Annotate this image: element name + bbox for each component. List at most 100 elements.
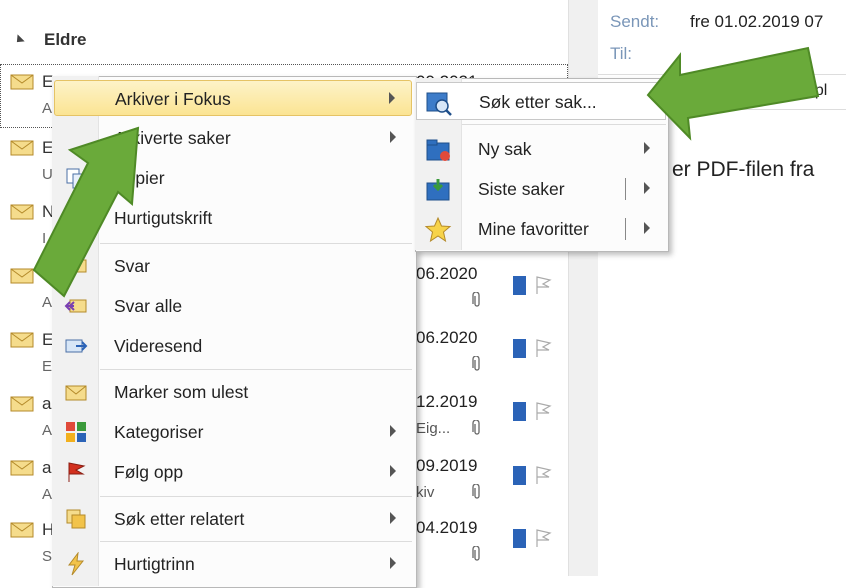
submenu-item-sok-etter-sak[interactable]: Søk etter sak... (416, 82, 666, 120)
message-date: 06.2020 (416, 328, 478, 347)
menu-separator (462, 124, 666, 125)
menu-item-kategoriser[interactable]: Kategoriser (54, 414, 412, 450)
menu-item-svar[interactable]: Svar (54, 248, 412, 284)
menu-item-label: Følg opp (114, 462, 184, 482)
category-color-box[interactable] (513, 402, 526, 421)
menu-item-label: Kopier (114, 168, 165, 188)
message-subject: I (42, 230, 47, 247)
submenu-item-siste-saker[interactable]: Siste saker (416, 170, 666, 208)
submenu-arrow-icon (644, 222, 650, 234)
envelope-icon (10, 140, 34, 156)
menu-item-label: Svar (114, 256, 150, 276)
message-date: 06.2020 (416, 264, 478, 283)
split-divider (625, 218, 626, 240)
submenu-arrow-icon (390, 465, 396, 477)
favorites-star-icon (424, 216, 452, 243)
submenu-item-label: Ny sak (478, 139, 532, 159)
menu-item-folg-opp[interactable]: Følg opp (54, 454, 412, 490)
message-extra: Eig... (416, 420, 451, 437)
reply-all-icon (64, 299, 87, 313)
menu-item-label: Kategoriser (114, 422, 204, 442)
submenu-arrow-icon (390, 512, 396, 524)
category-color-box[interactable] (513, 339, 526, 358)
menu-item-videresend[interactable]: Videresend (54, 328, 412, 364)
message-date: 04.2019 (416, 518, 478, 537)
message-subject: A (42, 294, 53, 311)
follow-up-flag-icon[interactable] (532, 400, 554, 422)
submenu-arrow-icon (389, 92, 395, 104)
attachment-icon (472, 292, 480, 307)
menu-item-arkiver-i-fokus[interactable]: Arkiver i Fokus (54, 80, 412, 116)
menu-item-label: Søk etter relatert (114, 509, 245, 529)
search-case-icon (426, 92, 452, 116)
category-color-box[interactable] (513, 276, 526, 295)
envelope-icon (10, 268, 34, 284)
message-date: 12.2019 (416, 392, 478, 411)
flag-icon (68, 462, 86, 482)
menu-item-label: Hurtigutskrift (114, 208, 213, 228)
category-color-box[interactable] (513, 529, 526, 548)
submenu-arrow-icon (644, 182, 650, 194)
message-sender: a (42, 458, 52, 477)
submenu-arrow-icon (390, 131, 396, 143)
submenu-item-ny-sak[interactable]: Ny sak (416, 130, 666, 168)
follow-up-flag-icon[interactable] (532, 274, 554, 296)
message-subject: S (42, 548, 53, 565)
menu-item-kopier[interactable]: Kopier (54, 160, 412, 196)
forward-icon (65, 339, 88, 353)
menu-item-label: Marker som ulest (114, 382, 249, 402)
group-header[interactable]: Eldre (44, 30, 87, 50)
follow-up-flag-icon[interactable] (532, 527, 554, 549)
menu-separator (100, 243, 412, 244)
menu-item-hurtigutskrift[interactable]: Hurtigutskrift (54, 200, 412, 236)
message-extra: kiv (416, 484, 435, 501)
recent-cases-icon (426, 179, 450, 201)
menu-item-label: Hurtigtrinn (114, 554, 195, 574)
categorize-icon (66, 422, 86, 442)
quick-steps-icon (68, 552, 85, 576)
print-icon (65, 207, 87, 229)
message-subject: E (42, 358, 53, 375)
message-subject: A (42, 100, 53, 117)
menu-separator (100, 369, 412, 370)
message-body-text: er PDF-filen fra (672, 158, 815, 181)
envelope-icon (10, 396, 34, 412)
menu-item-label: Arkiverte saker (114, 128, 231, 148)
menu-item-arkiverte-saker[interactable]: Arkiverte saker (54, 120, 412, 156)
sent-value: fre 01.02.2019 07 (690, 12, 824, 31)
attachment-icon (472, 484, 480, 499)
message-date: 09.2019 (416, 456, 478, 475)
submenu-arrow-icon (390, 557, 396, 569)
menu-item-svar-alle[interactable]: Svar alle (54, 288, 412, 324)
menu-item-label: Arkiver i Fokus (115, 89, 231, 109)
related-search-icon (66, 509, 86, 529)
menu-item-label: Svar alle (114, 296, 183, 316)
reply-icon (64, 259, 87, 273)
message-subject: A (42, 486, 53, 503)
menu-item-marker-som-ulest[interactable]: Marker som ulest (54, 374, 412, 410)
envelope-icon (10, 522, 34, 538)
pdf-icon (760, 82, 776, 100)
menu-item-label: Videresend (114, 336, 203, 356)
message-subject: A (42, 422, 53, 439)
envelope-icon (10, 460, 34, 476)
submenu-item-label: Siste saker (478, 179, 565, 199)
submenu-item-mine-favoritter[interactable]: Mine favoritter (416, 210, 666, 248)
attachment-icon (472, 356, 480, 371)
follow-up-flag-icon[interactable] (532, 337, 554, 359)
mark-unread-icon (65, 385, 87, 401)
attachment-name[interactable]: rkivpl (790, 82, 827, 100)
submenu-item-label: Mine favoritter (478, 219, 589, 239)
copy-icon (66, 168, 86, 189)
new-case-icon (426, 139, 450, 161)
menu-separator (100, 496, 412, 497)
submenu-arrow-icon (644, 142, 650, 154)
menu-item-hurtigtrinn[interactable]: Hurtigtrinn (54, 546, 412, 582)
envelope-icon (10, 204, 34, 220)
menu-item-sok-etter-relatert[interactable]: Søk etter relatert (54, 501, 412, 537)
submenu-arrow-icon (390, 425, 396, 437)
attachment-icon (472, 420, 480, 435)
follow-up-flag-icon[interactable] (532, 464, 554, 486)
attachment-icon (472, 546, 480, 561)
category-color-box[interactable] (513, 466, 526, 485)
